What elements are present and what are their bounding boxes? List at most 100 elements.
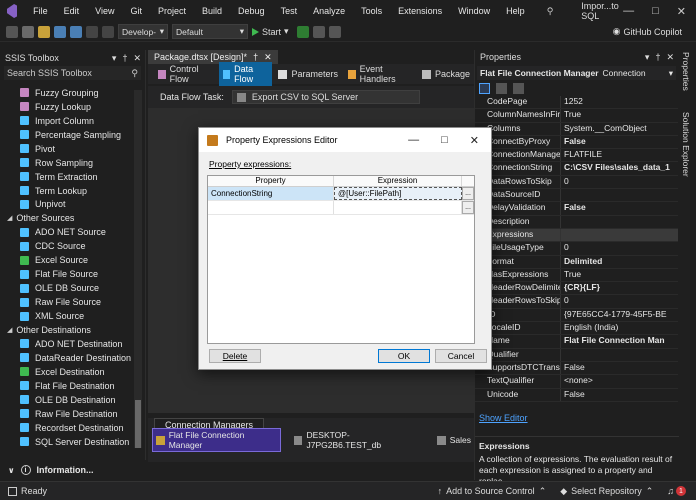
toolbox-category[interactable]: ◢ Other Sources [0,211,145,225]
property-value[interactable] [561,216,678,228]
property-row[interactable]: Columns System.__ComObject [475,122,678,136]
close-icon[interactable]: ✕ [666,52,674,63]
toolbox-item[interactable]: Percentage Sampling [0,128,145,142]
property-row[interactable]: DataSourceID [475,189,678,203]
minimize-icon[interactable]: — [408,134,419,147]
toolbox-item[interactable]: Term Extraction [0,170,145,184]
tab-data-flow[interactable]: Data Flow [218,62,273,86]
menu-item-tools[interactable]: Tools [353,6,390,16]
property-row[interactable]: LocaleID English (India) [475,322,678,336]
pause-icon[interactable] [312,25,325,38]
menu-item-project[interactable]: Project [150,6,194,16]
search-box[interactable]: ⚲ [541,4,560,18]
toolbox-item[interactable]: Excel Source [0,253,145,267]
toolbox-item[interactable]: Import Column [0,114,145,128]
save-icon[interactable] [54,25,66,38]
pin-icon[interactable]: † [655,52,660,63]
property-cell[interactable]: ConnectionString [208,187,334,200]
pin-icon[interactable]: † [253,52,258,62]
property-value[interactable]: False [561,136,678,148]
property-row[interactable]: ColumnNamesInFirstDTrue [475,109,678,123]
menu-item-extensions[interactable]: Extensions [390,6,450,16]
expression-builder-button[interactable]: ... [462,201,474,214]
property-value[interactable] [561,189,678,201]
maximize-icon[interactable]: □ [441,134,448,147]
connection-manager-item[interactable]: Flat File Connection Manager [152,428,281,452]
add-to-source-control-button[interactable]: ↑ Add to Source Control ⌃ [438,486,547,497]
new-project-icon[interactable] [22,25,34,38]
property-row[interactable]: HeaderRowsToSkip 0 [475,295,678,309]
toolbox-category[interactable]: ◢ Other Destinations [0,323,145,337]
menu-item-build[interactable]: Build [194,6,230,16]
property-value[interactable]: C:\CSV Files\sales_data_1 [561,162,678,174]
expression-cell[interactable]: @[User::FilePath] [334,187,462,200]
chevron-down-icon[interactable]: ▾ [645,52,650,63]
toolbox-item[interactable]: Row Sampling [0,156,145,170]
property-row[interactable]: DelayValidation False [475,202,678,216]
toolbox-item[interactable]: OLE DB Source [0,281,145,295]
property-value[interactable]: <none> [561,375,678,387]
pin-icon[interactable]: † [122,53,127,64]
maximize-icon[interactable]: □ [652,5,659,18]
property-value[interactable]: False [561,389,678,401]
menu-item-debug[interactable]: Debug [230,6,273,16]
toolbox-item[interactable]: SQL Server Destination [0,435,145,449]
property-value[interactable]: False [561,362,678,374]
property-value[interactable]: {CR}{LF} [561,282,678,294]
toolbox-item[interactable]: DataReader Destination [0,351,145,365]
object-selector[interactable]: Flat File Connection Manager Connection … [477,66,676,80]
table-row[interactable]: ... [208,201,474,215]
cancel-button[interactable]: Cancel [435,349,487,363]
pin-icon[interactable]: ▾ [112,53,117,64]
property-value[interactable]: {97E65CC4-1779-45F5-BE [561,309,678,321]
start-without-debugging-icon[interactable] [296,25,309,38]
save-all-icon[interactable] [70,25,82,38]
undo-icon[interactable] [86,25,98,38]
property-value[interactable]: True [561,109,678,121]
menu-item-analyze[interactable]: Analyze [305,6,353,16]
close-icon[interactable]: ✕ [133,53,141,64]
redo-icon[interactable] [102,25,114,38]
property-row[interactable]: DataRowsToSkip 0 [475,175,678,190]
property-row[interactable]: Qualifier [475,348,678,362]
toolbox-item[interactable]: Pivot [0,142,145,156]
property-value[interactable]: Delimited [561,256,678,268]
property-value[interactable]: English (India) [561,322,678,334]
property-value[interactable]: Flat File Connection Man [561,335,678,347]
property-value[interactable]: 0 [561,242,678,254]
toolbox-scrollbar[interactable] [134,90,142,448]
property-row[interactable]: TextQualifier <none> [475,375,678,389]
delete-button[interactable]: Delete [209,349,261,363]
table-row[interactable]: ConnectionString @[User::FilePath] ... [208,187,474,201]
data-flow-task-select[interactable]: Export CSV to SQL Server [231,90,420,104]
ok-button[interactable]: OK [378,349,430,363]
toolbox-item[interactable]: Unpivot [0,198,145,212]
property-pages-icon[interactable] [513,82,524,94]
stop-icon[interactable] [328,25,341,38]
connection-manager-item[interactable]: Sales [434,434,474,446]
property-row[interactable]: ID{97E65CC4-1779-45F5-BE [475,308,678,323]
minimize-icon[interactable]: — [623,5,634,18]
menu-item-test[interactable]: Test [273,6,306,16]
property-cell-empty[interactable] [208,201,334,214]
menu-item-view[interactable]: View [87,6,122,16]
property-value[interactable]: True [561,269,678,281]
property-row[interactable]: ConnectionString C:\CSV Files\sales_data_… [475,162,678,176]
platform-select[interactable]: Default ▾ [172,24,248,39]
toolbox-item[interactable]: Raw File Destination [0,407,145,421]
toolbox-item[interactable]: Recordset Destination [0,421,145,435]
toolbox-item[interactable]: Flat File Destination [0,379,145,393]
menu-item-window[interactable]: Window [450,6,498,16]
property-row[interactable]: Format Delimited [475,255,678,269]
property-row[interactable]: SupportsDTCTransactioFalse [475,361,678,376]
property-value[interactable]: System.__ComObject [561,123,678,135]
information-panel[interactable]: ∨ i Information... [0,460,146,480]
property-value[interactable]: 0 [561,295,678,307]
property-row[interactable]: CodePage 1252 [475,96,678,110]
property-row[interactable]: Unicode False [475,388,678,402]
tab-event-handlers[interactable]: Event Handlers [344,62,416,86]
close-icon[interactable]: ✕ [264,52,272,63]
menu-item-git[interactable]: Git [122,6,150,16]
property-row[interactable]: ConnectByProxy False [475,135,678,150]
property-row[interactable]: HasExpressions True [475,268,678,283]
